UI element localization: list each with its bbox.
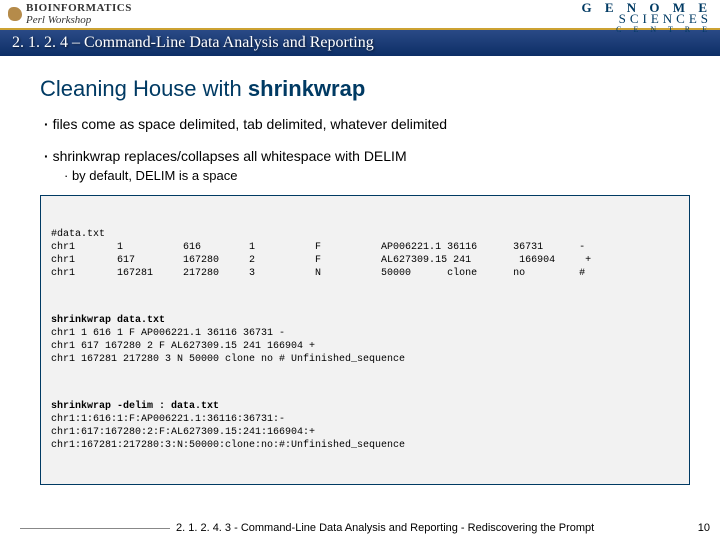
camel-icon — [8, 7, 22, 21]
brand-perl-workshop: Perl Workshop — [26, 14, 91, 26]
footer-rule — [20, 528, 170, 529]
code-block-2: shrinkwrap data.txt chr1 1 616 1 F AP006… — [51, 314, 679, 366]
title-keyword: shrinkwrap — [248, 76, 365, 101]
bullet-1: files come as space delimited, tab delim… — [44, 116, 690, 132]
slide-title: Cleaning House with shrinkwrap — [40, 76, 690, 102]
slide-content: Cleaning House with shrinkwrap files com… — [0, 56, 720, 485]
footer-text: 2. 1. 2. 4. 3 - Command-Line Data Analys… — [176, 522, 680, 534]
bullet-2a: by default, DELIM is a space — [64, 168, 690, 183]
brand-centre: C E N T R E — [582, 24, 712, 35]
brand-bar: BIOINFORMATICS Perl Workshop G E N O M E… — [0, 0, 720, 28]
brand-left: BIOINFORMATICS Perl Workshop — [8, 2, 132, 26]
brand-right: G E N O M E SCIENCES C E N T R E — [582, 2, 712, 35]
footer: 2. 1. 2. 4. 3 - Command-Line Data Analys… — [0, 522, 720, 534]
page-number: 10 — [680, 522, 720, 534]
brand-bioinformatics: BIOINFORMATICS — [26, 2, 132, 14]
bullet-2: shrinkwrap replaces/collapses all whites… — [44, 148, 690, 164]
code-box: #data.txt chr1 1 616 1 F AP006221.1 3611… — [40, 195, 690, 485]
code-block-3: shrinkwrap -delim : data.txt chr1:1:616:… — [51, 400, 679, 452]
code-block-1: #data.txt chr1 1 616 1 F AP006221.1 3611… — [51, 228, 679, 280]
title-prefix: Cleaning House with — [40, 76, 248, 101]
